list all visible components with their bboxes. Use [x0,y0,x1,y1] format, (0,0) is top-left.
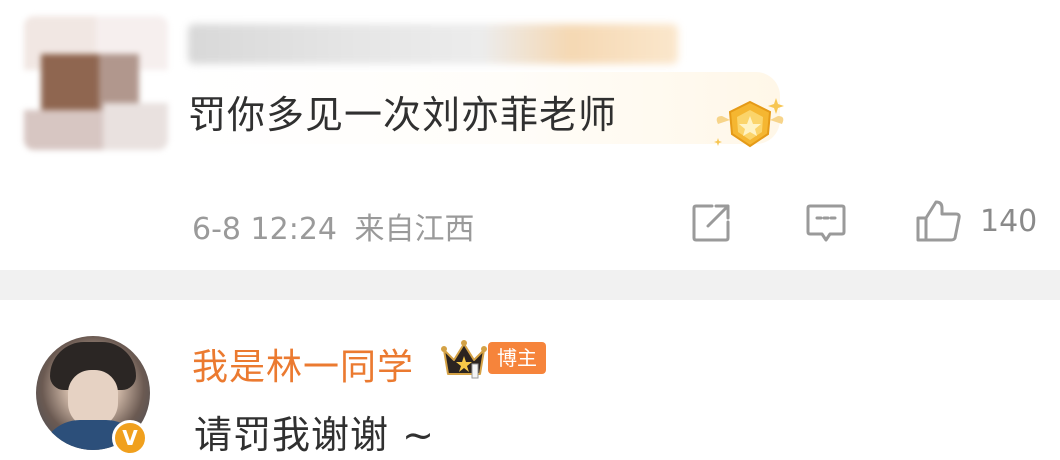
like-count: 140 [980,204,1038,239]
avatar-blurred[interactable] [24,16,168,150]
crown-icon [441,340,487,379]
verified-badge: V [112,420,148,456]
gold-fan-badge-icon [714,98,784,148]
username-blurred[interactable] [188,24,678,64]
like-icon[interactable] [914,198,962,244]
share-icon[interactable] [690,202,732,244]
timestamp: 6-8 12:24 [192,212,337,247]
comment-meta: 6-8 12:24 来自江西 [192,204,475,248]
host-tag: 博主 [488,342,546,374]
location: 来自江西 [354,212,475,247]
comment-text: 请罚我谢谢 ~ [194,413,435,457]
username[interactable]: 我是林一同学 [192,338,414,390]
section-divider [0,270,1060,300]
comment-text: 罚你多见一次刘亦菲老师 [188,93,618,137]
comment-icon[interactable] [804,202,848,244]
